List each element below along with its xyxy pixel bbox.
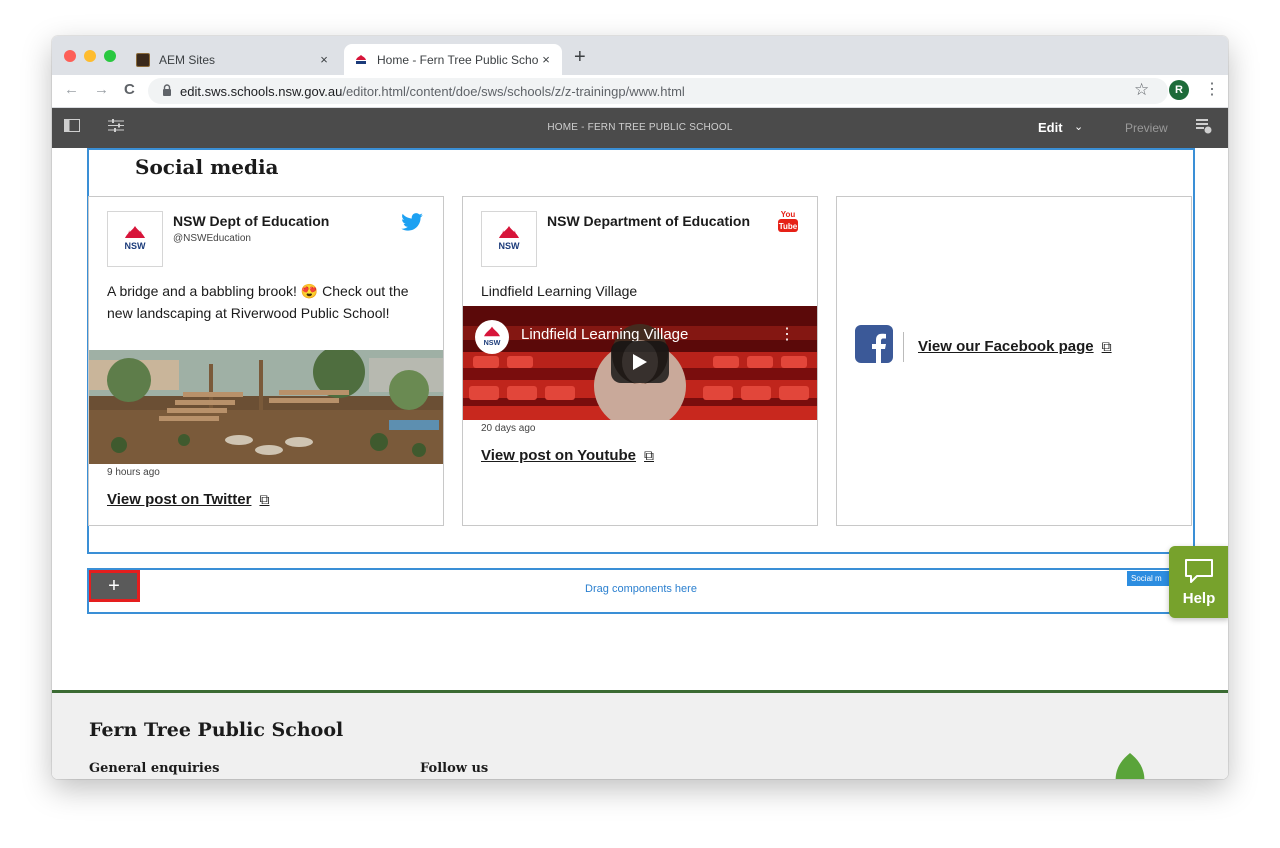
profile-avatar[interactable]: R [1169, 80, 1189, 100]
external-link-icon: ⧉ [1101, 338, 1112, 354]
page-content: Social media NSW NSW Dept of Education @… [52, 148, 1228, 779]
footer-general-enquiries: General enquiries [89, 761, 220, 776]
aem-favicon-icon [136, 52, 150, 67]
leaf-logo-icon [1112, 753, 1148, 779]
lock-icon [162, 83, 172, 99]
url-path: /editor.html/content/doe/sws/schools/z/z… [342, 83, 685, 99]
reload-button[interactable]: C [124, 81, 135, 98]
chevron-down-icon[interactable]: ⌄ [1074, 120, 1083, 133]
view-youtube-label: View post on Youtube [481, 447, 637, 464]
back-button[interactable]: ← [64, 81, 79, 98]
nsw-logo: NSW [107, 211, 163, 267]
nsw-logo-text: NSW [499, 241, 521, 251]
footer-follow-us: Follow us [420, 761, 489, 776]
browser-menu-icon[interactable]: ⋮ [1204, 79, 1220, 99]
youtube-logo-tube: Tube [779, 222, 798, 231]
external-link-icon: ⧉ [644, 447, 655, 463]
tab-aem-sites[interactable]: AEM Sites × [126, 44, 340, 75]
tab-title: Home - Fern Tree Public School [377, 52, 538, 67]
view-youtube-link[interactable]: View post on Youtube ⧉ [481, 447, 654, 464]
help-label: Help [1182, 590, 1216, 607]
aem-editor-bar: HOME - FERN TREE PUBLIC SCHOOL Edit ⌄ Pr… [52, 108, 1228, 148]
tweet-time: 9 hours ago [107, 467, 160, 478]
view-twitter-link[interactable]: View post on Twitter ⧉ [107, 491, 269, 508]
youtube-logo-icon: You Tube [777, 209, 799, 240]
tweet-text: A bridge and a babbling brook! 😍 Check o… [107, 283, 409, 321]
facebook-icon [855, 325, 893, 368]
youtube-card: NSW NSW Department of Education You Tube… [462, 196, 818, 526]
nsw-logo-text: NSW [125, 241, 147, 251]
drop-zone[interactable]: Drag components here [87, 568, 1195, 614]
twitter-handle: @NSWEducation [173, 233, 251, 244]
facebook-link-row: View our Facebook page ⧉ [855, 325, 1112, 368]
view-facebook-link[interactable]: View our Facebook page ⧉ [918, 338, 1112, 355]
url-host: edit.sws.schools.nsw.gov.au [180, 83, 343, 99]
youtube-channel-name: NSW Department of Education [547, 213, 751, 229]
forward-button[interactable]: → [94, 81, 109, 98]
bookmark-star-icon[interactable]: ☆ [1134, 80, 1149, 100]
nsw-channel-avatar: NSW [475, 320, 509, 354]
nsw-favicon-icon [354, 53, 368, 67]
video-time: 20 days ago [481, 423, 536, 434]
new-tab-button[interactable]: + [574, 47, 586, 67]
external-link-icon: ⧉ [259, 491, 270, 507]
preview-button[interactable]: Preview [1125, 121, 1168, 135]
close-window-button[interactable] [64, 50, 76, 62]
twitter-account-name: NSW Dept of Education [173, 213, 330, 229]
youtube-logo-you: You [781, 210, 796, 219]
minimize-window-button[interactable] [84, 50, 96, 62]
twitter-card: NSW NSW Dept of Education @NSWEducation … [88, 196, 444, 526]
tab-title: AEM Sites [159, 52, 216, 67]
video-caption: Lindfield Learning Village [481, 283, 638, 299]
youtube-video-player[interactable]: NSW Lindfield Learning Village ⋮ [463, 306, 817, 420]
social-media-title: Social media [135, 155, 279, 179]
nsw-logo-text: NSW [484, 338, 501, 347]
chat-bubble-icon [1184, 558, 1214, 589]
tab-home-fern-tree[interactable]: Home - Fern Tree Public School × [344, 44, 562, 75]
annotations-icon[interactable] [1196, 118, 1212, 138]
view-twitter-label: View post on Twitter [107, 491, 252, 508]
browser-window: AEM Sites × Home - Fern Tree Public Scho… [52, 36, 1228, 779]
drag-components-hint: Drag components here [585, 583, 697, 595]
view-facebook-label: View our Facebook page [918, 338, 1094, 355]
edit-mode-button[interactable]: Edit [1038, 120, 1063, 135]
tab-close-icon[interactable]: × [316, 52, 332, 67]
nsw-logo: NSW [481, 211, 537, 267]
help-button[interactable]: Help [1169, 546, 1228, 618]
site-footer: Fern Tree Public School General enquirie… [52, 690, 1228, 779]
tweet-photo [89, 350, 443, 464]
video-title: Lindfield Learning Village [521, 326, 689, 343]
play-button[interactable] [611, 341, 669, 383]
maximize-window-button[interactable] [104, 50, 116, 62]
browser-toolbar: ← → C edit.sws.schools.nsw.gov.au/editor… [52, 75, 1228, 108]
divider [903, 331, 904, 362]
tab-close-icon[interactable]: × [538, 52, 554, 67]
address-bar[interactable]: edit.sws.schools.nsw.gov.au/editor.html/… [148, 78, 1168, 104]
twitter-bird-icon [401, 213, 423, 236]
tab-strip: AEM Sites × Home - Fern Tree Public Scho… [52, 36, 1228, 75]
footer-school-name: Fern Tree Public School [89, 719, 344, 741]
facebook-card: View our Facebook page ⧉ [836, 196, 1192, 526]
video-more-icon[interactable]: ⋮ [779, 324, 795, 344]
